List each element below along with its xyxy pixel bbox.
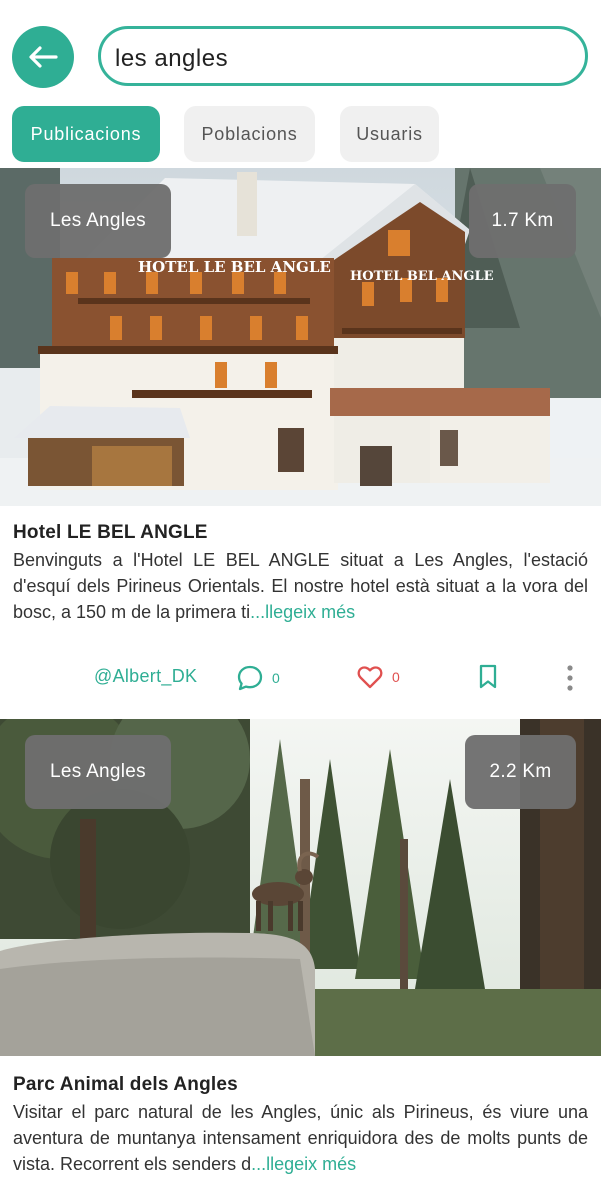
post-description: Visitar el parc natural de les Angles, ú… [13,1099,588,1177]
search-box [98,26,588,86]
comment-button[interactable]: 0 [236,664,280,692]
more-vertical-icon [567,665,573,691]
more-options-button[interactable] [566,664,574,692]
location-tag: Les Angles [25,184,171,258]
post-actions: @Albert_DK 0 0 [0,658,601,698]
tab-poblacions[interactable]: Poblacions [184,106,315,162]
comment-bubble-icon [237,665,263,691]
tab-usuaris[interactable]: Usuaris [340,106,439,162]
location-tag: Les Angles [25,735,171,809]
like-count: 0 [392,669,400,685]
comment-count: 0 [272,670,280,686]
search-input[interactable] [115,43,575,75]
filter-tabs: Publicacions Poblacions Usuaris [0,106,601,162]
back-button[interactable] [12,26,74,88]
distance-tag: 2.2 Km [465,735,576,809]
distance-tag: 1.7 Km [469,184,576,258]
post-photo[interactable]: HOTEL LE BEL ANGLE HOTEL BEL ANGLE Les A… [0,168,601,506]
top-bar [0,0,601,100]
like-button[interactable]: 0 [356,664,400,690]
post-description: Benvinguts a l'Hotel LE BEL ANGLE situat… [13,547,588,625]
post-card[interactable]: Les Angles 2.2 Km Parc Animal dels Angle… [0,719,601,1200]
post-card[interactable]: HOTEL LE BEL ANGLE HOTEL BEL ANGLE Les A… [0,168,601,708]
read-more-link[interactable]: ...llegeix més [250,602,355,622]
hotel-sign-side: HOTEL BEL ANGLE [350,269,494,284]
post-title[interactable]: Hotel LE BEL ANGLE [13,522,208,544]
bookmark-button[interactable] [478,664,498,690]
author-link[interactable]: @Albert_DK [94,666,197,687]
arrow-left-icon [29,46,58,68]
tab-publicacions[interactable]: Publicacions [12,106,160,162]
post-photo[interactable]: Les Angles 2.2 Km [0,719,601,1056]
bookmark-icon [479,664,497,689]
read-more-link[interactable]: ...llegeix més [251,1154,356,1174]
post-title[interactable]: Parc Animal dels Angles [13,1074,238,1096]
hotel-sign-main: HOTEL LE BEL ANGLE [138,258,331,276]
heart-icon [357,666,383,689]
